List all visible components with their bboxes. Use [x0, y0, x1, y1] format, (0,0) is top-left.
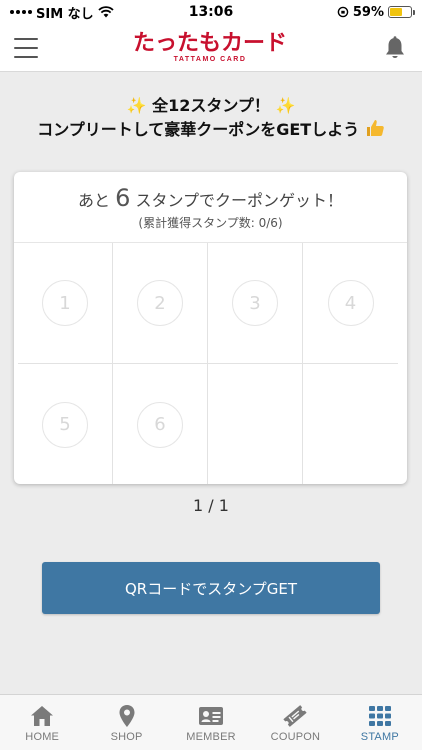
stamp-slot	[208, 364, 303, 484]
battery-percent: 59%	[352, 4, 384, 20]
sparkle-icon: ✨	[275, 96, 296, 115]
nav-label: MEMBER	[186, 731, 236, 743]
home-icon	[31, 706, 54, 726]
stamp-slot: 2	[113, 243, 208, 364]
intro-message: ✨ 全12スタンプ！ ✨ コンプリートして豪華クーポンをGETしよう	[0, 94, 422, 142]
app-header: たったもカード TATTAMO CARD	[0, 24, 422, 72]
status-bar: SIM なし 13:06 59%	[0, 0, 422, 24]
menu-icon-bar	[14, 37, 38, 40]
location-pin-icon	[119, 705, 135, 727]
total-stamps-text: (累計獲得スタンプ数: 0/6)	[138, 216, 283, 230]
battery-icon	[388, 6, 415, 18]
intro-line-2: コンプリートして豪華クーポンをGETしよう	[0, 118, 422, 142]
stamp-slot: 5	[18, 364, 113, 484]
sparkle-icon: ✨	[126, 96, 147, 115]
menu-icon-bar	[14, 46, 38, 49]
stamp-slot	[303, 364, 398, 484]
nav-item-shop[interactable]: SHOP	[84, 695, 168, 750]
wifi-icon	[98, 6, 114, 18]
nav-label: HOME	[25, 731, 60, 743]
logo-subtext: TATTAMO CARD	[173, 55, 247, 63]
nav-item-stamp[interactable]: STAMP	[338, 695, 422, 750]
carrier-label: SIM なし	[36, 6, 94, 22]
grid-icon	[368, 706, 391, 726]
app-logo: たったもカード TATTAMO CARD	[132, 30, 287, 63]
page-indicator: 1 / 1	[193, 496, 229, 515]
intro-line-1: ✨ 全12スタンプ！ ✨	[0, 94, 422, 118]
stamp-slot-number: 4	[327, 280, 374, 326]
thumbs-up-icon	[366, 120, 384, 136]
battery-level	[390, 8, 402, 16]
qr-stamp-button[interactable]: QRコードでスタンプGET	[42, 562, 380, 614]
nav-label: SHOP	[110, 731, 143, 743]
stamp-grid: 1 2 3 4 5 6	[14, 242, 407, 484]
nav-item-home[interactable]: HOME	[0, 695, 84, 750]
logo-text: たったもカード	[132, 30, 287, 56]
remaining-stamps-text: あと 6 スタンプでクーポンゲット！	[14, 184, 407, 212]
stamp-slot-number: 3	[232, 280, 278, 326]
stamp-slot: 3	[208, 243, 303, 364]
bell-icon[interactable]	[382, 35, 408, 61]
stamp-slot-number: 2	[137, 280, 183, 326]
stamp-card-header: あと 6 スタンプでクーポンゲット！ (累計獲得スタンプ数: 0/6)	[14, 172, 407, 242]
status-right: 59%	[272, 4, 415, 20]
menu-button[interactable]	[14, 37, 38, 58]
orientation-lock-icon	[337, 6, 349, 18]
stamp-slot-number: 6	[137, 401, 183, 448]
ticket-icon	[283, 705, 308, 727]
stamp-slot: 6	[113, 364, 208, 484]
nav-item-coupon[interactable]: COUPON	[253, 695, 337, 750]
stamp-slot-number: 1	[42, 280, 88, 326]
menu-icon-bar	[14, 55, 38, 58]
intro-title: 全12スタンプ！	[152, 96, 270, 115]
nav-label: STAMP	[360, 731, 399, 743]
stamp-card: あと 6 スタンプでクーポンゲット！ (累計獲得スタンプ数: 0/6) 1 2 3 4…	[14, 172, 407, 484]
nav-label: COUPON	[270, 731, 321, 743]
stamp-slot: 4	[303, 243, 398, 364]
status-left: SIM なし	[10, 3, 150, 22]
remaining-count: 6	[115, 184, 131, 212]
bottom-navigation: HOME SHOP MEMBER COUPON STAMP	[0, 694, 422, 750]
intro-subtitle: コンプリートして豪華クーポンをGETしよう	[37, 120, 360, 139]
nav-item-member[interactable]: MEMBER	[169, 695, 253, 750]
stamp-slot-number: 5	[42, 401, 88, 448]
stamp-slot: 1	[18, 243, 113, 364]
remaining-prefix: あと	[77, 191, 110, 210]
remaining-suffix: スタンプでクーポンゲット！	[135, 191, 343, 210]
signal-icon	[10, 10, 32, 14]
member-card-icon	[199, 707, 224, 725]
